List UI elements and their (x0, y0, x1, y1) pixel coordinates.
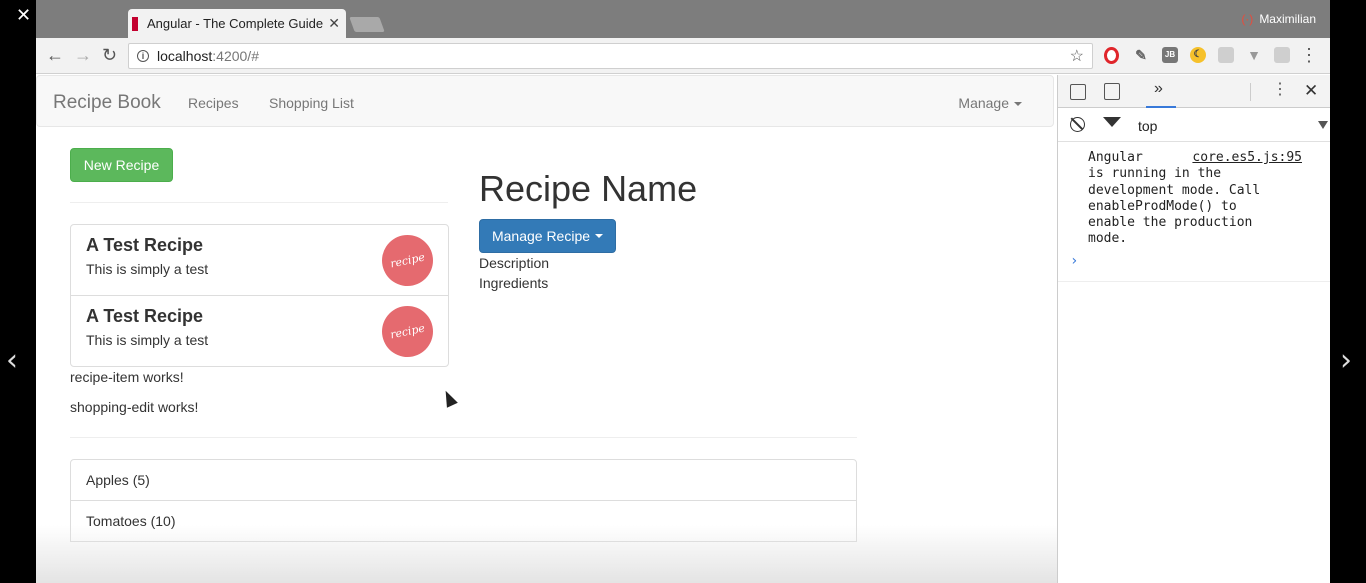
navbar-brand[interactable]: Recipe Book (53, 92, 161, 114)
browser-toolbar: ← → ↻ i localhost:4200/# ☆ ✎ JB ☾ ▼ ⋮ (36, 38, 1330, 74)
new-tab-button[interactable] (349, 17, 385, 32)
recipe-detail-ingredients: Ingredients (479, 275, 549, 291)
caret-down-icon (595, 234, 604, 238)
divider (70, 202, 448, 203)
caret-down-icon (1014, 102, 1022, 107)
moon-icon[interactable]: ☾ (1190, 47, 1206, 63)
nav-link-recipes[interactable]: Recipes (188, 95, 239, 111)
opera-icon[interactable] (1104, 47, 1119, 64)
recipe-thumbnail: recipe (377, 301, 438, 362)
context-selector[interactable]: top (1138, 118, 1157, 134)
filter-icon[interactable] (1103, 117, 1121, 127)
previous-icon[interactable]: ‹ (6, 346, 18, 376)
info-icon[interactable]: i (137, 50, 149, 62)
tab-active[interactable]: Angular - The Complete Guide ✕ (128, 9, 346, 38)
recipe-item-works-text: recipe-item works! (70, 369, 184, 385)
shopping-edit-works-text: shopping-edit works! (70, 399, 199, 415)
manage-label: Manage (958, 95, 1009, 111)
star-icon[interactable]: ☆ (1070, 46, 1084, 66)
recipe-list: A Test Recipe This is simply a test reci… (70, 224, 449, 367)
divider (1250, 83, 1251, 101)
video-fade-overlay (36, 525, 1057, 583)
reload-icon[interactable]: ↻ (102, 45, 117, 66)
recipe-detail-title: Recipe Name (479, 168, 698, 209)
address-bar[interactable]: i localhost:4200/# ☆ (128, 43, 1093, 69)
url-host: localhost (157, 48, 213, 64)
recipe-list-item[interactable]: A Test Recipe This is simply a test reci… (70, 295, 449, 367)
kebab-menu-icon[interactable]: ⋮ (1300, 46, 1318, 64)
cast-icon[interactable] (1274, 47, 1290, 63)
more-tabs-icon[interactable]: » (1154, 81, 1163, 97)
page-viewport: Recipe Book Recipes Shopping List Manage… (36, 75, 1057, 583)
browser-window: Angular - The Complete Guide ✕ (·) Maxim… (36, 0, 1330, 583)
inspect-icon[interactable] (1070, 84, 1086, 100)
manage-recipe-label: Manage Recipe (491, 228, 591, 244)
divider (70, 437, 857, 438)
angular-favicon-icon (132, 17, 138, 31)
device-icon[interactable] (1104, 83, 1120, 100)
eyedropper-icon[interactable]: ✎ (1133, 47, 1149, 63)
shopping-list-item[interactable]: Apples (5) (70, 459, 857, 501)
manage-recipe-button[interactable]: Manage Recipe (479, 219, 616, 253)
clear-console-icon[interactable] (1070, 117, 1085, 132)
forward-icon[interactable]: → (74, 45, 92, 66)
vue-icon[interactable]: ▼ (1246, 47, 1262, 63)
url-path: :4200/# (212, 48, 259, 64)
console-message: core.es5.js:95 Angular is running in the… (1058, 142, 1330, 282)
jetbrains-icon[interactable]: JB (1162, 47, 1178, 63)
grid-icon[interactable] (1218, 47, 1234, 63)
devtools-panel: » ⋮ ✕ top core.es5.js:95 Angular is runn… (1057, 75, 1330, 583)
close-icon[interactable]: ✕ (1304, 82, 1318, 99)
devtools-toolbar: » ⋮ ✕ (1058, 75, 1330, 108)
recipe-description: This is simply a test (86, 261, 209, 277)
close-icon[interactable]: ✕ (16, 7, 31, 25)
back-icon[interactable]: ← (46, 45, 64, 66)
navbar: Recipe Book Recipes Shopping List Manage (36, 75, 1054, 127)
profile-name: Maximilian (1259, 12, 1316, 26)
manage-dropdown[interactable]: Manage (958, 95, 1022, 111)
console-prompt-icon[interactable]: › (1070, 253, 1078, 269)
console-filter-bar: top (1058, 108, 1330, 142)
tab-title: Angular - The Complete Guide (147, 16, 324, 31)
recipe-title: A Test Recipe (86, 306, 204, 326)
next-icon[interactable]: › (1340, 346, 1352, 376)
recipe-thumbnail: recipe (377, 230, 438, 291)
tab-strip: Angular - The Complete Guide ✕ (·) Maxim… (36, 0, 1330, 38)
profile-button[interactable]: (·) Maximilian (1241, 12, 1316, 26)
tab-close-icon[interactable]: ✕ (328, 15, 340, 32)
recipe-description: This is simply a test (86, 332, 209, 348)
mouse-cursor-icon (440, 388, 458, 408)
context-dropdown-icon[interactable] (1318, 121, 1328, 129)
kebab-menu-icon[interactable]: ⋮ (1272, 82, 1288, 98)
new-recipe-button[interactable]: New Recipe (70, 148, 173, 182)
nav-link-shopping-list[interactable]: Shopping List (269, 95, 354, 111)
recipe-list-item[interactable]: A Test Recipe This is simply a test reci… (70, 224, 449, 296)
recipe-detail-description: Description (479, 255, 550, 271)
profile-icon: (·) (1241, 12, 1254, 26)
console-source-link[interactable]: core.es5.js:95 (1192, 150, 1302, 166)
recipe-title: A Test Recipe (86, 235, 204, 255)
